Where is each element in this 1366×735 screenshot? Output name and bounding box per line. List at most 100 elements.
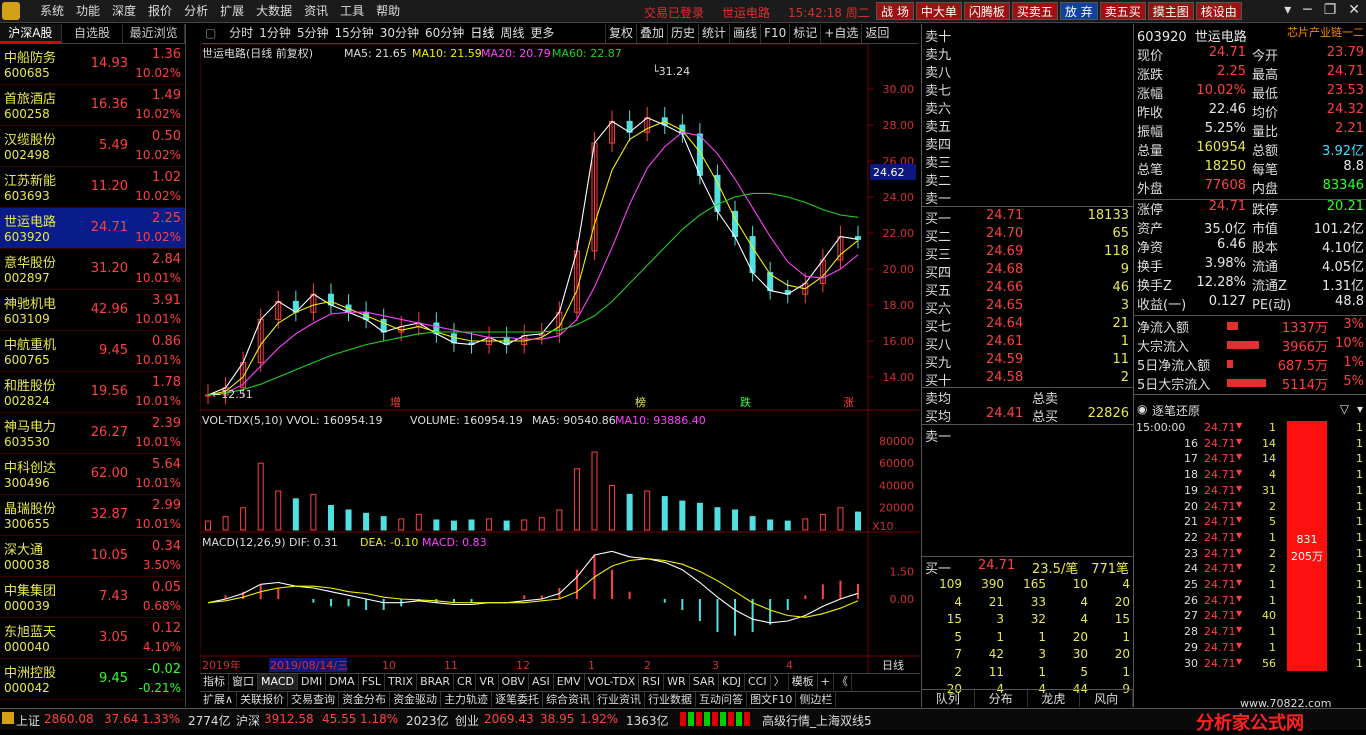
stock-row[interactable]: 中船防务 600685 14.93 1.36 10.02% [0, 44, 185, 85]
menu-item-5[interactable]: 扩展 [214, 3, 250, 19]
ask-row[interactable]: 卖九 [922, 44, 1133, 63]
chart-tool-5[interactable]: F10 [760, 24, 789, 43]
indicator-tab-9[interactable]: VR [476, 674, 499, 690]
extension-tab-5[interactable]: 主力轨迹 [441, 692, 493, 707]
extension-tab-6[interactable]: 逐笔委托 [492, 692, 544, 707]
indicator-tab-12[interactable]: EMV [554, 674, 585, 690]
orderbook-tab-2[interactable]: 龙虎 [1028, 690, 1081, 707]
top-button-6[interactable]: 摸主图 [1147, 2, 1194, 20]
indicator-tab-22[interactable]: 《 [834, 674, 852, 690]
filter-icon[interactable]: ▽ [1340, 402, 1349, 416]
ask-row[interactable]: 卖十 [922, 26, 1133, 45]
data-source-label[interactable]: 高级行情_上海双线5 [762, 712, 872, 729]
stock-row[interactable]: 中航重机 600765 9.45 0.86 10.01% [0, 331, 185, 372]
close-icon[interactable]: ✕ [1348, 2, 1360, 18]
indicator-tab-15[interactable]: WR [664, 674, 690, 690]
extension-tab-11[interactable]: 图文F10 [747, 692, 797, 707]
extension-tab-10[interactable]: 互动问答 [696, 692, 748, 707]
settings-icon[interactable]: ▾ [1357, 402, 1363, 416]
top-button-4[interactable]: 放 弃 [1059, 2, 1098, 20]
stock-row[interactable]: 世运电路 603920 24.71 2.25 10.02% [0, 208, 185, 249]
bid-row[interactable]: 买六 24.65 3 [922, 298, 1133, 317]
extension-tab-9[interactable]: 行业数据 [645, 692, 697, 707]
indicator-tab-5[interactable]: FSL [359, 674, 385, 690]
period-tab-5[interactable]: 60分钟 [422, 24, 467, 43]
stock-row[interactable]: 首旅酒店 600258 16.36 1.49 10.02% [0, 85, 185, 126]
chart-tool-0[interactable]: 复权 [605, 24, 636, 43]
orderbook-tab-1[interactable]: 分布 [975, 690, 1028, 707]
sh-index-label[interactable]: 上证 [16, 712, 40, 729]
chart-tool-4[interactable]: 画线 [729, 24, 760, 43]
sector-label[interactable]: 芯片产业链一二 [1287, 24, 1364, 40]
bid-row[interactable]: 买五 24.66 46 [922, 280, 1133, 299]
indicator-tab-13[interactable]: VOL-TDX [585, 674, 640, 690]
indicator-tab-2[interactable]: MACD [258, 674, 298, 690]
menu-item-2[interactable]: 深度 [106, 3, 142, 19]
event-marker[interactable]: 榜 [635, 395, 646, 409]
period-tab-7[interactable]: 周线 [497, 24, 527, 43]
ask-row[interactable]: 卖二 [922, 170, 1133, 189]
stock-row[interactable]: 神驰机电 603109 42.96 3.91 10.01% [0, 290, 185, 331]
stock-row[interactable]: 汉缆股份 002498 5.49 0.50 10.02% [0, 126, 185, 167]
chart-tool-2[interactable]: 历史 [667, 24, 698, 43]
event-marker[interactable]: 跌 [740, 395, 751, 409]
bid-row[interactable]: 买三 24.69 118 [922, 244, 1133, 263]
menu-item-9[interactable]: 帮助 [370, 3, 406, 19]
stock-row[interactable]: 晶瑞股份 300655 32.87 2.99 10.01% [0, 495, 185, 536]
menu-item-1[interactable]: 功能 [70, 3, 106, 19]
stock-row[interactable]: 东旭蓝天 000040 3.05 0.12 4.10% [0, 618, 185, 659]
minimize-icon[interactable]: ─ [1303, 2, 1311, 18]
period-tab-2[interactable]: 5分钟 [294, 24, 332, 43]
top-button-7[interactable]: 核设由 [1195, 2, 1242, 20]
bid-row[interactable]: 买九 24.59 11 [922, 352, 1133, 371]
stock-row[interactable]: 意华股份 002897 31.20 2.84 10.01% [0, 249, 185, 290]
chart-tool-3[interactable]: 统计 [698, 24, 729, 43]
bid-row[interactable]: 买八 24.61 1 [922, 334, 1133, 353]
stock-row[interactable]: 和胜股份 002824 19.56 1.78 10.01% [0, 372, 185, 413]
top-button-3[interactable]: 买卖五 [1011, 2, 1058, 20]
event-marker[interactable]: 增 [390, 395, 401, 409]
indicator-tab-16[interactable]: SAR [690, 674, 720, 690]
menu-item-0[interactable]: 系统 [34, 3, 70, 19]
indicator-tab-6[interactable]: TRIX [385, 674, 418, 690]
indicator-tab-8[interactable]: CR [454, 674, 477, 690]
indicator-tab-11[interactable]: ASI [529, 674, 554, 690]
chart-tool-8[interactable]: 返回 [861, 24, 892, 43]
indicator-tab-20[interactable]: 模板 [789, 674, 818, 690]
period-tab-1[interactable]: 1分钟 [256, 24, 294, 43]
orderbook-tab-0[interactable]: 队列 [922, 690, 975, 707]
menu-item-4[interactable]: 分析 [178, 3, 214, 19]
stock-list-tab-2[interactable]: 最近浏览 [123, 24, 186, 43]
stock-row[interactable]: 神马电力 603530 26.27 2.39 10.01% [0, 413, 185, 454]
ask-row[interactable]: 卖六 [922, 98, 1133, 117]
period-tab-4[interactable]: 30分钟 [377, 24, 422, 43]
indicator-tab-18[interactable]: CCI [745, 674, 771, 690]
ask-row[interactable]: 卖八 [922, 62, 1133, 81]
top-button-1[interactable]: 中大单 [915, 2, 962, 20]
bid-row[interactable]: 买四 24.68 9 [922, 262, 1133, 281]
extension-tab-12[interactable]: 侧边栏 [796, 692, 837, 707]
bid-row[interactable]: 买一 24.71 18133 [922, 208, 1133, 227]
period-tab-8[interactable]: 更多 [527, 24, 557, 43]
bid-row[interactable]: 买二 24.70 65 [922, 226, 1133, 245]
extension-tab-2[interactable]: 交易查询 [288, 692, 340, 707]
top-button-2[interactable]: 闪腾板 [963, 2, 1010, 20]
ask-row[interactable]: 卖五 [922, 116, 1133, 135]
indicator-tab-10[interactable]: OBV [499, 674, 529, 690]
cy-index-label[interactable]: 创业 [455, 712, 479, 729]
ask-row[interactable]: 卖四 [922, 134, 1133, 153]
indicator-tab-19[interactable]: 〉 [771, 674, 789, 690]
menu-item-3[interactable]: 报价 [142, 3, 178, 19]
stock-row[interactable]: 中集集团 000039 7.43 0.05 0.68% [0, 577, 185, 618]
chart-tool-6[interactable]: 标记 [789, 24, 820, 43]
indicator-tab-17[interactable]: KDJ [719, 674, 745, 690]
stock-row[interactable]: 中洲控股 000042 9.45 -0.02 -0.21% [0, 659, 185, 700]
period-tab-0[interactable]: 分时 [226, 24, 256, 43]
menu-item-7[interactable]: 资讯 [298, 3, 334, 19]
extension-tab-8[interactable]: 行业资讯 [594, 692, 646, 707]
menu-item-8[interactable]: 工具 [334, 3, 370, 19]
ask-row[interactable]: 卖一 [922, 188, 1133, 207]
orderbook-tab-3[interactable]: 风向 [1080, 690, 1133, 707]
stock-row[interactable]: 深大通 000038 10.05 0.34 3.50% [0, 536, 185, 577]
stock-row[interactable]: 中科创达 300496 62.00 5.64 10.01% [0, 454, 185, 495]
